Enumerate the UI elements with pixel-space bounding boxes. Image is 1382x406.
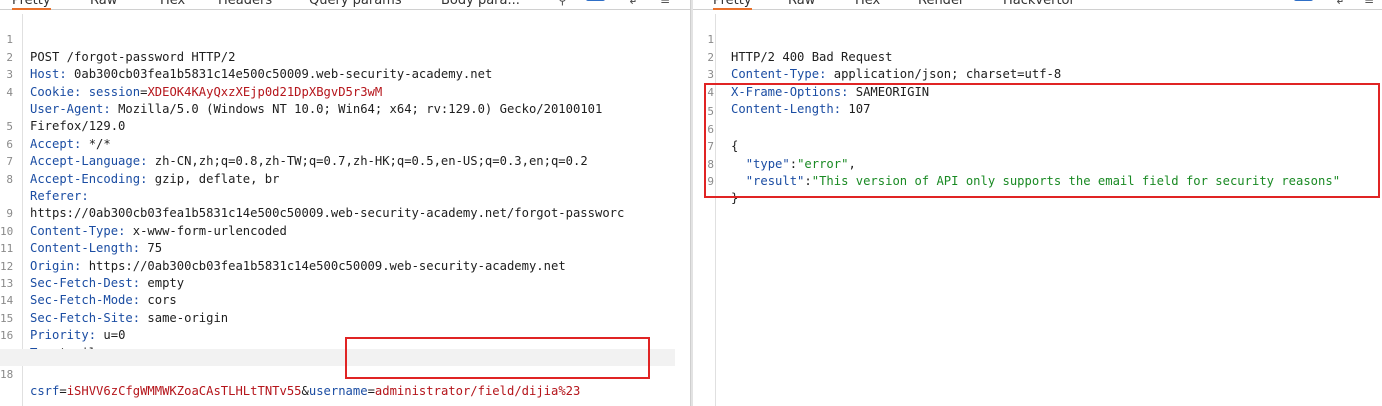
tab-hex[interactable]: Hex <box>855 0 880 8</box>
username-highlight-box <box>345 337 650 379</box>
param-value-username: administrator/field/dijia%23 <box>374 384 581 399</box>
header-row-sec-fetch-site: 14 Sec-Fetch-Site: same-origin <box>0 294 229 325</box>
newline-toggle-icon[interactable]: ↲ <box>1335 0 1345 7</box>
tab-pretty[interactable]: Pretty <box>12 0 51 10</box>
search-icon[interactable]: ⚲ <box>558 0 567 7</box>
param-name-csrf: csrf <box>30 384 60 399</box>
header-row-priority: 15 Priority: u=0 <box>0 311 126 343</box>
header-row-te: 16 Te: trailers <box>0 310 690 359</box>
tab-query-params[interactable]: Query params <box>309 0 402 8</box>
header-row-wrap: Firefox/129.0 <box>0 84 690 133</box>
param-name-username: username <box>308 384 368 399</box>
tab-body-params[interactable]: Body para... <box>441 0 520 8</box>
json-body-highlight-box <box>704 83 1380 198</box>
response-editor[interactable]: 1 HTTP/2 400 Bad Request 2 Content-Type:… <box>693 14 1382 406</box>
header-row-cookie: 3 Cookie: session=XDEOK4KAyQxzXEjp0d21Dp… <box>0 49 690 98</box>
header-row-wrap: https://0ab300cb03fea1b5831c14e500c50009… <box>0 171 690 220</box>
response-tabbar: Pretty Raw Hex Render Hackvertor ↲ ≡ <box>693 0 1382 10</box>
status-line: 1 HTTP/2 400 Bad Request <box>701 14 1382 63</box>
menu-icon[interactable]: ≡ <box>660 0 670 7</box>
header-row-content-length: 4 Content-Length: 107 <box>701 66 1382 116</box>
header-row-content-type: 9 Content-Type: x-www-form-urlencoded <box>0 188 690 237</box>
header-row-x-frame-options: 3 X-Frame-Options: SAMEORIGIN <box>701 49 1382 98</box>
header-row-origin: 11 Origin: https://0ab300cb03fea1b5831c1… <box>0 242 566 273</box>
header-row-host: 2 Host: 0ab300cb03fea1b5831c14e500c50009… <box>0 31 690 81</box>
tab-headers[interactable]: Headers <box>218 0 272 8</box>
header-row-user-agent: 4 User-Agent: Mozilla/5.0 (Windows NT 10… <box>0 66 690 116</box>
inspector-badge-icon[interactable] <box>1294 0 1313 1</box>
header-row-accept-encoding: 7 Accept-Encoding: gzip, deflate, br <box>0 136 690 185</box>
newline-toggle-icon[interactable]: ↲ <box>628 0 638 7</box>
tab-hex[interactable]: Hex <box>160 0 185 8</box>
request-line: 1 POST /forgot-password HTTP/2 <box>0 14 690 63</box>
header-row-sec-fetch-dest: 12 Sec-Fetch-Dest: empty <box>0 259 185 290</box>
tab-raw[interactable]: Raw <box>90 0 117 8</box>
line-number: 18 <box>0 368 14 381</box>
request-tabbar: Pretty Raw Hex Headers Query params Body… <box>0 0 690 10</box>
header-row-referer: 8 Referer: <box>0 153 690 203</box>
param-value-csrf: iSHVV6zCfgWMMWKZoaCAsTLHLtTNTv55 <box>66 384 302 399</box>
tab-hackvertor[interactable]: Hackvertor <box>1003 0 1075 8</box>
response-pane: Pretty Raw Hex Render Hackvertor ↲ ≡ 1 H… <box>693 0 1382 406</box>
param-separator: & <box>301 384 309 399</box>
inspector-badge-icon[interactable] <box>586 0 605 1</box>
menu-icon[interactable]: ≡ <box>1364 0 1374 7</box>
header-row-accept-language: 6 Accept-Language: zh-CN,zh;q=0.8,zh-TW;… <box>0 118 690 168</box>
tab-raw[interactable]: Raw <box>788 0 815 8</box>
header-row-accept: 5 Accept: */* <box>0 101 690 150</box>
request-pane: Pretty Raw Hex Headers Query params Body… <box>0 0 690 406</box>
header-row-content-type: 2 Content-Type: application/json; charse… <box>701 31 1382 81</box>
header-row-sec-fetch-mode: 13 Sec-Fetch-Mode: cors <box>0 277 177 308</box>
tab-pretty[interactable]: Pretty <box>713 0 752 10</box>
tab-render[interactable]: Render <box>918 0 964 8</box>
header-row-content-length: 10 Content-Length: 75 <box>0 224 163 256</box>
